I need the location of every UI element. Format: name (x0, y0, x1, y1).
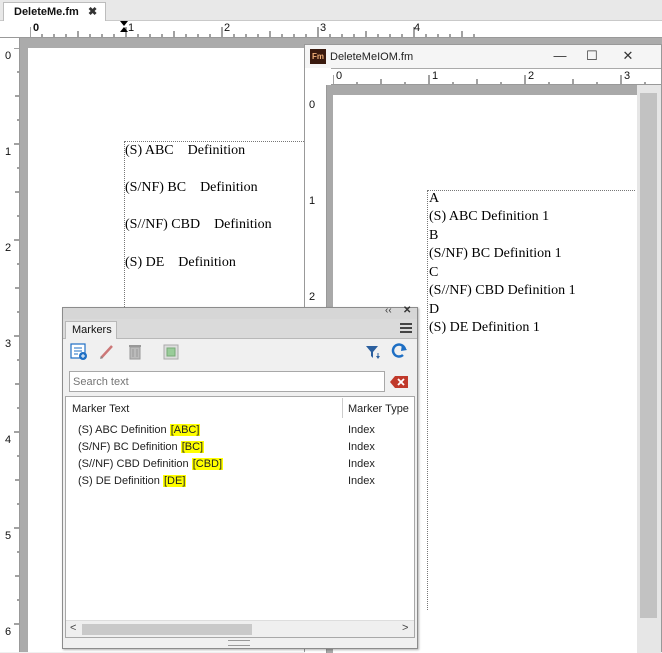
index-entry[interactable]: (S//NF) CBD Definition 1 (429, 283, 576, 299)
text-frame-border (427, 190, 428, 610)
ruler-ticks (333, 75, 646, 84)
index-letter[interactable]: A (429, 191, 439, 207)
marker-text: (S) ABC Definition [ABC] (78, 424, 201, 436)
go-to-marker-icon[interactable] (161, 342, 181, 362)
markers-list[interactable]: Marker Text Marker Type (S) ABC Definiti… (65, 396, 415, 638)
collapse-panel-icon[interactable]: ‹‹ (385, 305, 392, 316)
panel-tab-row: Markers (63, 319, 417, 339)
search-field[interactable] (69, 371, 385, 392)
document-tab-title: DeleteMe.fm (14, 6, 79, 18)
vruler-ticks (14, 48, 19, 625)
document-tab[interactable]: DeleteMe.fm ✖ (3, 2, 106, 21)
add-marker-icon[interactable] (69, 342, 89, 362)
marker-type: Index (348, 458, 375, 470)
document-line[interactable]: (S//NF) CBD Definition (125, 217, 272, 233)
tab-markers[interactable]: Markers (65, 321, 117, 339)
framemaker-app-icon: Fm (310, 49, 326, 64)
document-tab-bar: DeleteMe.fm ✖ (0, 0, 662, 21)
index-entry[interactable]: (S) DE Definition 1 (429, 320, 540, 336)
clear-search-icon[interactable] (389, 374, 409, 390)
document-line[interactable]: (S) ABC Definition (125, 143, 245, 159)
marker-text-body: (S) DE Definition (78, 475, 163, 487)
ruler-number: 2 (309, 291, 316, 303)
marker-row[interactable]: (S//NF) CBD Definition [CBD] Index (78, 457, 414, 474)
vertical-ruler[interactable]: 0 1 2 3 4 5 6 (0, 38, 20, 652)
edit-marker-icon[interactable] (97, 342, 117, 362)
marker-text-body: (S//NF) CBD Definition (78, 458, 192, 470)
horizontal-scrollbar[interactable]: < > (66, 620, 414, 637)
marker-text: (S) DE Definition [DE] (78, 475, 187, 487)
vertical-scrollbar[interactable] (637, 85, 661, 653)
column-header-marker-text[interactable]: Marker Text (72, 403, 129, 415)
document-line[interactable]: (S) DE Definition (125, 255, 236, 271)
close-panel-icon[interactable]: ✕ (403, 305, 411, 316)
indent-marker-icon (120, 21, 128, 26)
markers-panel[interactable]: ‹‹ ✕ Markers Marker Text Marker Type (62, 305, 418, 649)
scrollbar-thumb[interactable] (82, 624, 252, 635)
resize-grip[interactable] (228, 640, 250, 646)
scrollbar-thumb[interactable] (640, 93, 657, 618)
minimize-icon[interactable]: — (545, 47, 575, 65)
search-input[interactable] (70, 372, 384, 391)
text-frame[interactable]: (S) ABC Definition (S/NF) BC Definition … (124, 141, 306, 311)
column-header-marker-type[interactable]: Marker Type (348, 403, 409, 415)
panel-drag-bar[interactable]: ‹‹ ✕ (63, 305, 417, 319)
ruler-number: 1 (309, 195, 316, 207)
horizontal-ruler[interactable]: 0 1 2 3 4 (0, 21, 662, 38)
ruler-ticks (30, 21, 475, 37)
column-separator[interactable] (342, 398, 343, 418)
horizontal-ruler[interactable]: 0 1 2 3 (331, 68, 661, 85)
refresh-icon[interactable] (389, 341, 409, 361)
index-letter[interactable]: C (429, 265, 438, 281)
index-entry[interactable]: (S/NF) BC Definition 1 (429, 246, 562, 262)
marker-text: (S//NF) CBD Definition [CBD] (78, 458, 224, 470)
scroll-right-icon[interactable]: > (402, 622, 408, 634)
marker-highlight: [CBD] (191, 458, 224, 470)
marker-text: (S/NF) BC Definition [BC] (78, 441, 205, 453)
delete-marker-icon[interactable] (125, 342, 145, 362)
ruler-number: 0 (309, 99, 316, 111)
text-frame-border (427, 190, 635, 191)
close-window-icon[interactable]: ✕ (613, 47, 643, 65)
marker-highlight: [ABC] (169, 424, 201, 436)
marker-type: Index (348, 441, 375, 453)
marker-type: Index (348, 475, 375, 487)
marker-row[interactable]: (S/NF) BC Definition [BC] Index (78, 440, 414, 457)
window-title: DeleteMeIOM.fm (330, 51, 414, 63)
marker-type: Index (348, 424, 375, 436)
tab-label: Markers (72, 324, 112, 336)
marker-text-body: (S/NF) BC Definition (78, 441, 181, 453)
scroll-left-icon[interactable]: < (70, 622, 76, 634)
marker-text-body: (S) ABC Definition (78, 424, 170, 436)
index-letter[interactable]: D (429, 302, 439, 318)
document-line[interactable]: (S/NF) BC Definition (125, 180, 258, 196)
panel-menu-icon[interactable] (400, 323, 412, 335)
close-tab-icon[interactable]: ✖ (88, 5, 97, 18)
index-letter[interactable]: B (429, 228, 438, 244)
maximize-icon[interactable]: ☐ (577, 47, 607, 65)
marker-row[interactable]: (S) DE Definition [DE] Index (78, 474, 414, 491)
marker-highlight: [DE] (162, 475, 187, 487)
marker-highlight: [BC] (180, 441, 205, 453)
window-title-bar[interactable]: Fm DeleteMeIOM.fm — ☐ ✕ (305, 45, 661, 68)
filter-icon[interactable] (363, 342, 383, 362)
marker-row[interactable]: (S) ABC Definition [ABC] Index (78, 423, 414, 440)
index-entry[interactable]: (S) ABC Definition 1 (429, 209, 549, 225)
